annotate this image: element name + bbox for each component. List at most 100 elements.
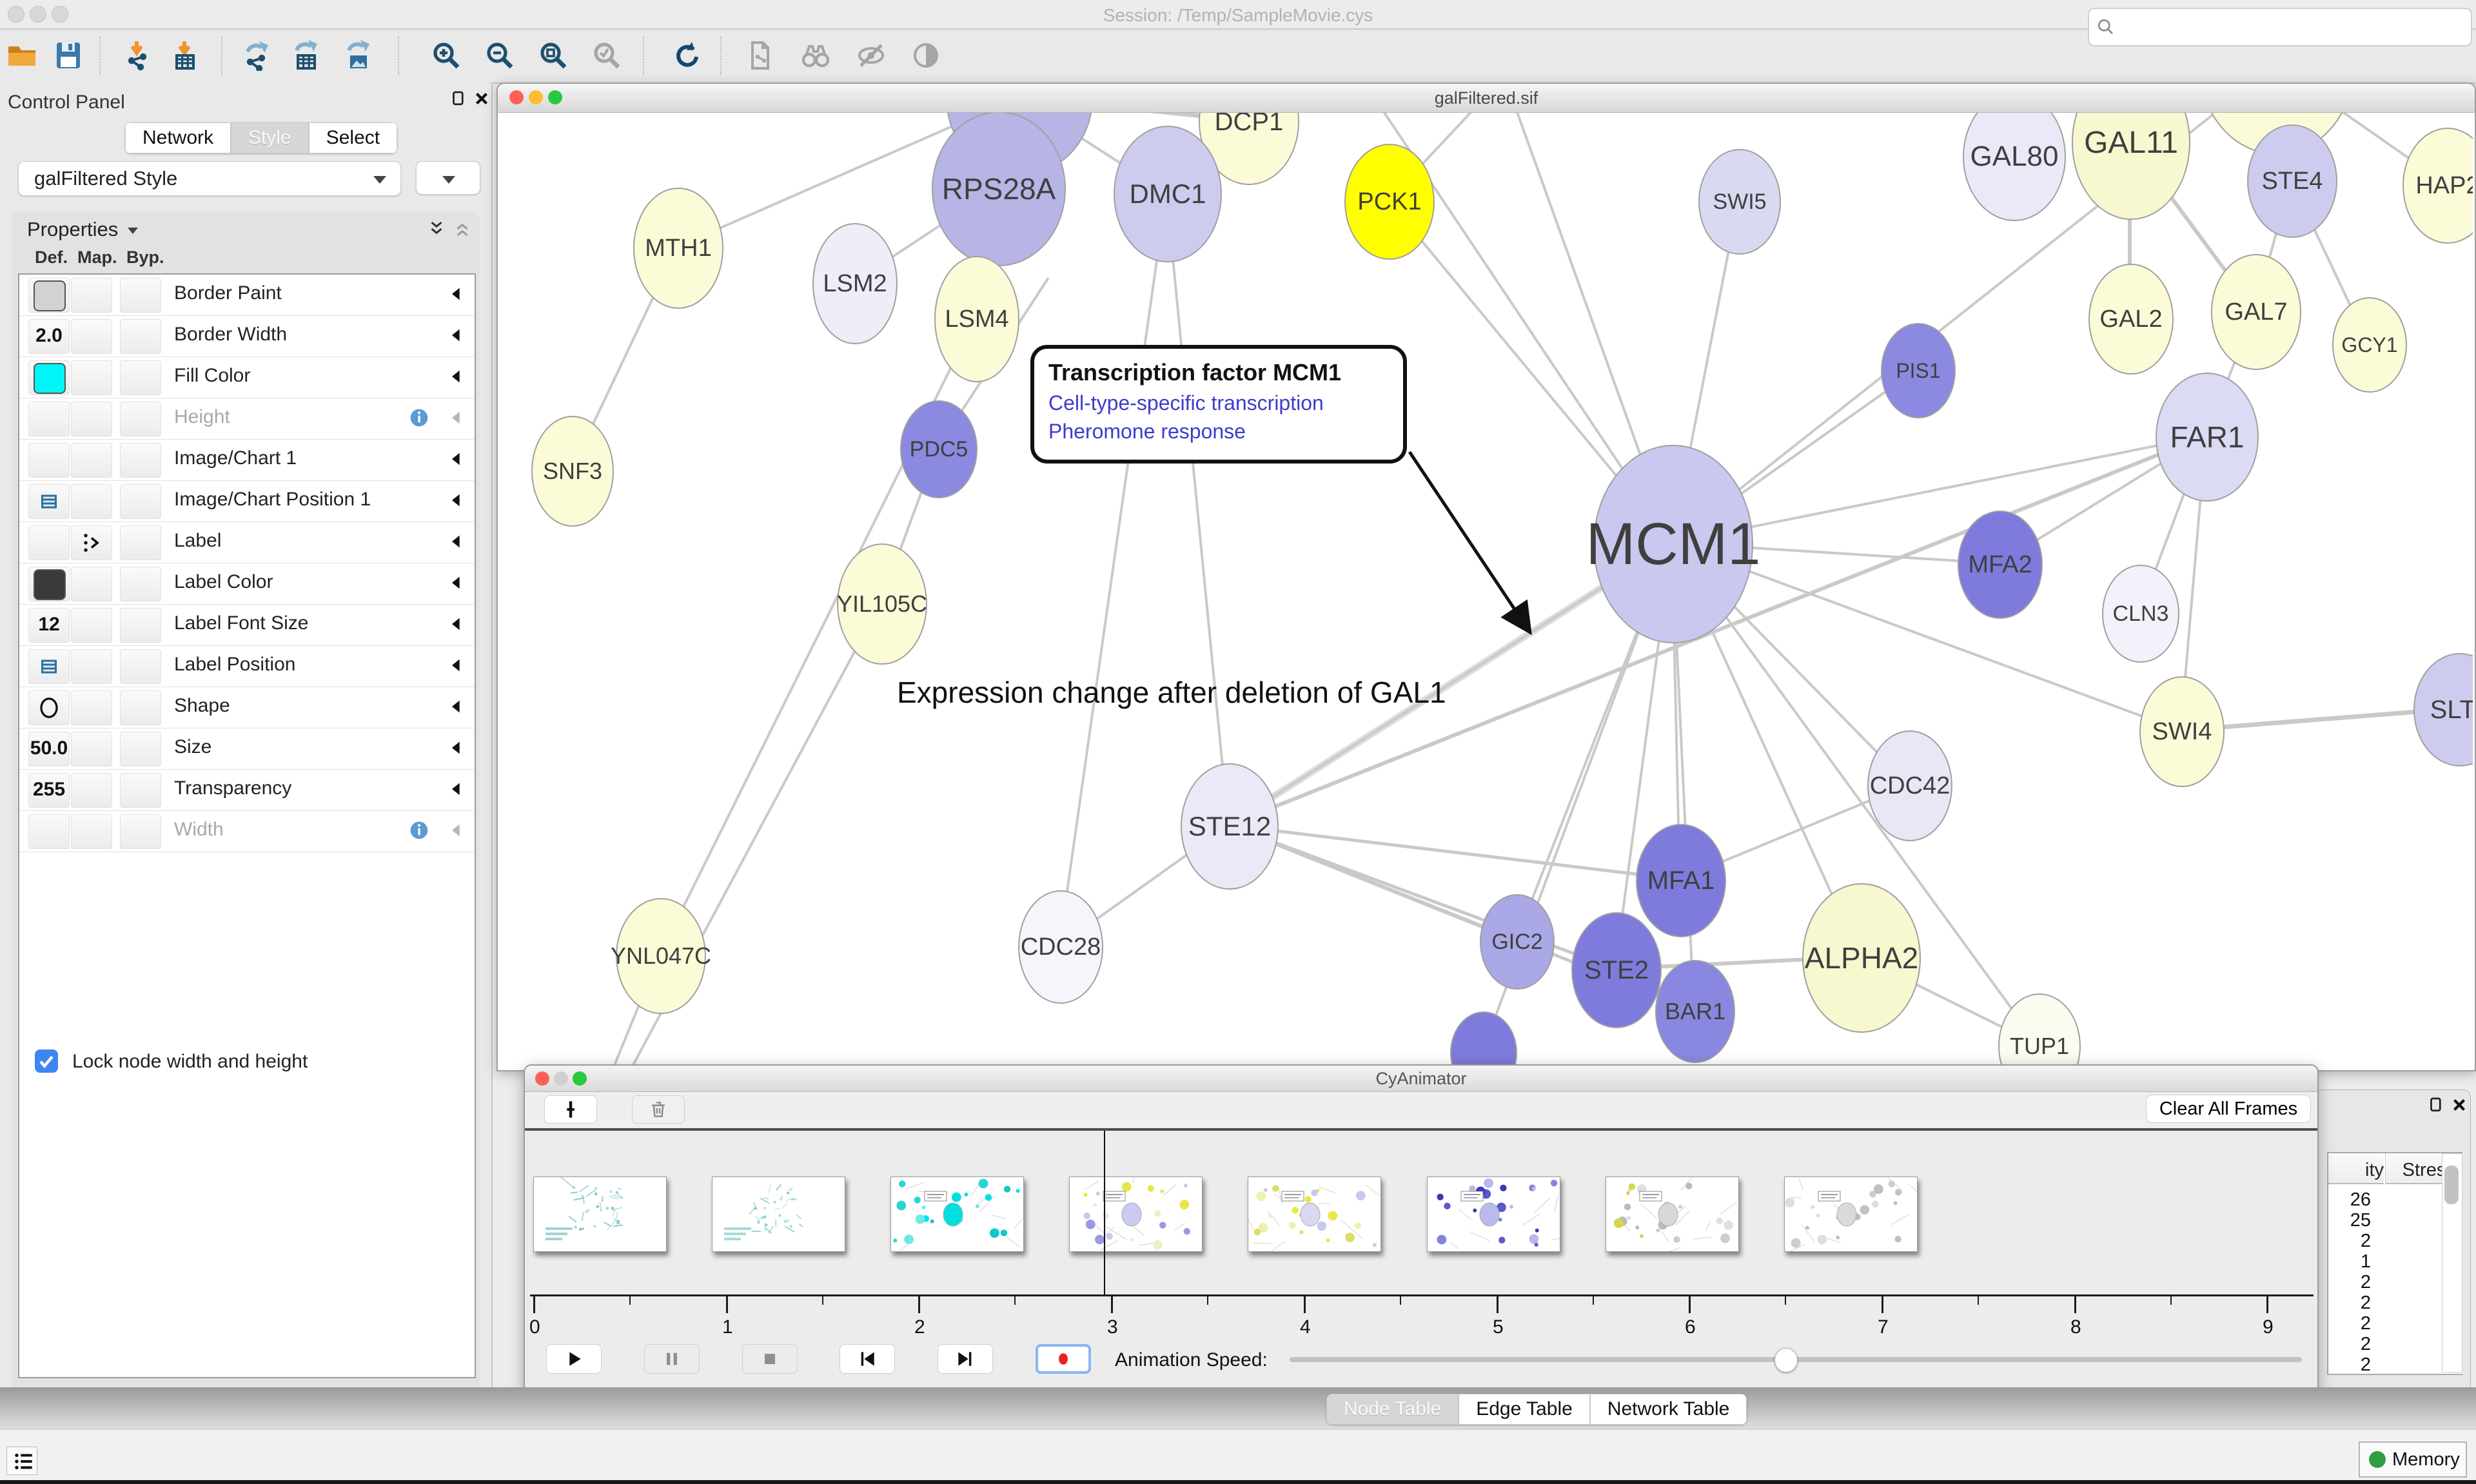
import-table-button[interactable]: [168, 37, 204, 73]
bypass-cell[interactable]: [120, 567, 161, 601]
import-network-button[interactable]: [120, 37, 156, 73]
table-row[interactable]: 2: [2328, 1293, 2371, 1314]
bypass-cell[interactable]: [120, 278, 161, 313]
default-cell[interactable]: 2.0: [28, 319, 70, 354]
default-cell[interactable]: [28, 360, 70, 395]
mapping-cell[interactable]: [71, 567, 112, 601]
property-row-transparency[interactable]: 255Transparency: [19, 770, 475, 811]
property-row-width[interactable]: Width: [19, 811, 475, 852]
tab-edge-table[interactable]: Edge Table: [1459, 1394, 1590, 1425]
table-row[interactable]: 25: [2328, 1210, 2371, 1231]
property-row-border-paint[interactable]: Border Paint: [19, 275, 475, 316]
zoom-fit-button[interactable]: [535, 37, 571, 73]
delete-frame-button[interactable]: [632, 1095, 685, 1124]
property-row-label[interactable]: Label: [19, 522, 475, 563]
mapping-cell[interactable]: [71, 360, 112, 395]
table-row[interactable]: 1: [2328, 1251, 2371, 1273]
expand-property-icon[interactable]: [447, 656, 466, 674]
table-row[interactable]: 2: [2328, 1231, 2371, 1252]
playhead[interactable]: [1104, 1131, 1105, 1294]
properties-header[interactable]: Properties: [12, 211, 480, 246]
expand-property-icon[interactable]: [447, 615, 466, 633]
float-panel-icon[interactable]: [449, 89, 468, 108]
step-back-button[interactable]: [840, 1344, 895, 1374]
contrast-button[interactable]: [908, 37, 944, 73]
expand-property-icon[interactable]: [447, 285, 466, 303]
float-panel-icon[interactable]: [2426, 1095, 2446, 1115]
default-cell[interactable]: [28, 690, 70, 725]
table-row[interactable]: 2: [2328, 1334, 2371, 1355]
default-cell[interactable]: [28, 649, 70, 684]
mapping-cell[interactable]: [71, 690, 112, 725]
mapping-cell[interactable]: [71, 814, 112, 849]
find-button[interactable]: [798, 37, 834, 73]
mapping-cell[interactable]: [71, 732, 112, 766]
style-options-button[interactable]: [416, 161, 480, 195]
bypass-cell[interactable]: [120, 484, 161, 519]
info-icon[interactable]: [409, 820, 429, 841]
zoom-in-button[interactable]: [428, 37, 464, 73]
tab-network[interactable]: Network: [125, 122, 231, 153]
expand-property-icon[interactable]: [447, 491, 466, 509]
bypass-cell[interactable]: [120, 525, 161, 560]
default-cell[interactable]: [28, 278, 70, 313]
search-input[interactable]: [2123, 12, 2461, 41]
mapping-cell[interactable]: [71, 608, 112, 643]
expand-all-icon[interactable]: [427, 219, 446, 239]
task-history-button[interactable]: [6, 1447, 37, 1475]
mapping-cell[interactable]: [71, 773, 112, 808]
expand-property-icon[interactable]: [447, 326, 466, 344]
frame-thumbnail-5[interactable]: [1427, 1176, 1560, 1252]
table-row[interactable]: 2: [2328, 1354, 2371, 1376]
record-button[interactable]: [1036, 1344, 1091, 1374]
bypass-cell[interactable]: [120, 443, 161, 478]
frame-thumbnail-3[interactable]: [1069, 1176, 1203, 1252]
table-scrollbar[interactable]: [2442, 1153, 2462, 1372]
annotation-link[interactable]: Pheromone response: [1048, 417, 1403, 445]
expand-property-icon[interactable]: [447, 739, 466, 757]
info-icon[interactable]: [409, 407, 429, 428]
bypass-cell[interactable]: [120, 690, 161, 725]
property-row-size[interactable]: 50.0Size: [19, 728, 475, 770]
property-row-image-chart-1[interactable]: Image/Chart 1: [19, 440, 475, 481]
table-column-ity[interactable]: ity: [2328, 1153, 2384, 1184]
bypass-cell[interactable]: [120, 319, 161, 354]
animation-speed-slider[interactable]: [1290, 1357, 2302, 1362]
expand-property-icon[interactable]: [447, 532, 466, 551]
default-cell[interactable]: [28, 402, 70, 436]
mapping-cell[interactable]: [71, 278, 112, 313]
play-button[interactable]: [546, 1344, 602, 1374]
expand-property-icon[interactable]: [447, 409, 466, 427]
frame-thumbnail-2[interactable]: [890, 1176, 1024, 1252]
mapping-cell[interactable]: [71, 319, 112, 354]
frame-thumbnail-1[interactable]: [712, 1176, 845, 1252]
annotation-box[interactable]: Transcription factor MCM1 Cell-type-spec…: [1030, 345, 1407, 464]
bypass-cell[interactable]: [120, 773, 161, 808]
table-row[interactable]: 2: [2328, 1272, 2371, 1293]
export-network-button[interactable]: [240, 37, 276, 73]
close-panel-icon[interactable]: [472, 89, 491, 108]
network-canvas[interactable]: RPS28BDCP1RPS28ADMC1PCK1MTH1LSM2LSM4SWI5…: [498, 113, 2473, 1069]
frame-thumbnail-4[interactable]: [1248, 1176, 1381, 1252]
annotation-link[interactable]: Cell-type-specific transcription: [1048, 389, 1403, 417]
mapping-cell[interactable]: [71, 484, 112, 519]
property-row-border-width[interactable]: 2.0Border Width: [19, 316, 475, 357]
refresh-button[interactable]: [669, 37, 705, 73]
property-row-label-position[interactable]: Label Position: [19, 646, 475, 687]
timeline[interactable]: 0123456789 Seconds: [525, 1131, 2317, 1343]
default-cell[interactable]: [28, 443, 70, 478]
frame-thumbnail-7[interactable]: [1784, 1176, 1918, 1252]
table-scrollbar-thumb[interactable]: [2444, 1166, 2459, 1204]
default-cell[interactable]: [28, 567, 70, 601]
expand-property-icon[interactable]: [447, 780, 466, 798]
expand-property-icon[interactable]: [447, 574, 466, 592]
default-cell[interactable]: [28, 484, 70, 519]
property-row-image-chart-position-1[interactable]: Image/Chart Position 1: [19, 481, 475, 522]
default-cell[interactable]: 12: [28, 608, 70, 643]
tab-style[interactable]: Style: [231, 122, 309, 153]
expand-property-icon[interactable]: [447, 450, 466, 468]
bypass-cell[interactable]: [120, 402, 161, 436]
expand-property-icon[interactable]: [447, 698, 466, 716]
expand-property-icon[interactable]: [447, 367, 466, 386]
frame-thumbnail-0[interactable]: [533, 1176, 667, 1252]
